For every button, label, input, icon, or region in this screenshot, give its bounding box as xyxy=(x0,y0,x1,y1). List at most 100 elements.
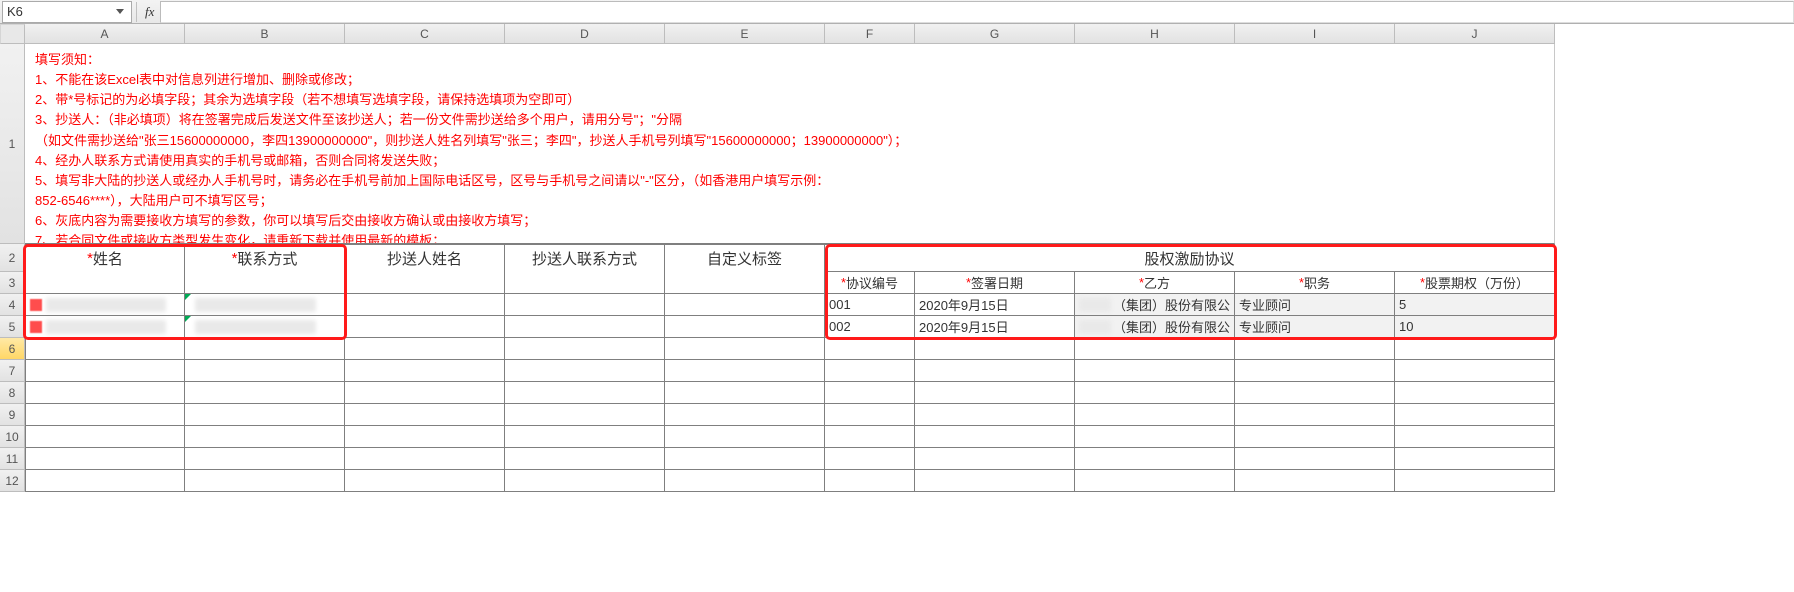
cell-J11[interactable] xyxy=(1395,448,1555,470)
cell-D8[interactable] xyxy=(505,382,665,404)
cell-A9[interactable] xyxy=(25,404,185,426)
cell-J9[interactable] xyxy=(1395,404,1555,426)
cell-F8[interactable] xyxy=(825,382,915,404)
header-ccname-merge[interactable] xyxy=(345,272,505,294)
cell-C12[interactable] xyxy=(345,470,505,492)
cell-A12[interactable] xyxy=(25,470,185,492)
header-cccontact-merge[interactable] xyxy=(505,272,665,294)
cell-G9[interactable] xyxy=(915,404,1075,426)
cell-G5[interactable]: 2020年9月15日 xyxy=(915,316,1075,338)
col-header-G[interactable]: G xyxy=(915,24,1075,44)
cell-I6[interactable] xyxy=(1235,338,1395,360)
row-header-8[interactable]: 8 xyxy=(0,382,25,404)
cell-G7[interactable] xyxy=(915,360,1075,382)
header-name[interactable]: *姓名 xyxy=(25,244,185,272)
name-box[interactable]: K6 xyxy=(2,1,132,23)
row-header-4[interactable]: 4 xyxy=(0,294,25,316)
header-agreement-no[interactable]: *协议编号 xyxy=(825,272,915,294)
cell-B4[interactable] xyxy=(185,294,345,316)
cell-G11[interactable] xyxy=(915,448,1075,470)
col-header-H[interactable]: H xyxy=(1075,24,1235,44)
cell-F4[interactable]: 001 xyxy=(825,294,915,316)
col-header-C[interactable]: C xyxy=(345,24,505,44)
cell-E6[interactable] xyxy=(665,338,825,360)
cell-H5[interactable]: （集团）股份有限公 xyxy=(1075,316,1235,338)
cell-A8[interactable] xyxy=(25,382,185,404)
cell-H10[interactable] xyxy=(1075,426,1235,448)
instructions-cell[interactable]: 填写须知： 1、不能在该Excel表中对信息列进行增加、删除或修改； 2、带*号… xyxy=(25,44,1555,244)
cell-D6[interactable] xyxy=(505,338,665,360)
cell-G10[interactable] xyxy=(915,426,1075,448)
cell-H7[interactable] xyxy=(1075,360,1235,382)
header-sign-date[interactable]: *签署日期 xyxy=(915,272,1075,294)
cell-A10[interactable] xyxy=(25,426,185,448)
cell-H11[interactable] xyxy=(1075,448,1235,470)
col-header-A[interactable]: A xyxy=(25,24,185,44)
cell-J4[interactable]: 5 xyxy=(1395,294,1555,316)
col-header-E[interactable]: E xyxy=(665,24,825,44)
cell-C4[interactable] xyxy=(345,294,505,316)
cell-H4[interactable]: （集团）股份有限公 xyxy=(1075,294,1235,316)
cell-C6[interactable] xyxy=(345,338,505,360)
row-header-12[interactable]: 12 xyxy=(0,470,25,492)
name-box-dropdown-icon[interactable] xyxy=(113,5,127,19)
cell-A6[interactable] xyxy=(25,338,185,360)
cell-E7[interactable] xyxy=(665,360,825,382)
header-tag-merge[interactable] xyxy=(665,272,825,294)
cell-B12[interactable] xyxy=(185,470,345,492)
cell-B11[interactable] xyxy=(185,448,345,470)
cell-H6[interactable] xyxy=(1075,338,1235,360)
cell-J12[interactable] xyxy=(1395,470,1555,492)
cell-I4[interactable]: 专业顾问 xyxy=(1235,294,1395,316)
cell-C10[interactable] xyxy=(345,426,505,448)
header-contact-merge[interactable] xyxy=(185,272,345,294)
cell-B10[interactable] xyxy=(185,426,345,448)
row-header-5[interactable]: 5 xyxy=(0,316,25,338)
cell-A11[interactable] xyxy=(25,448,185,470)
cell-J5[interactable]: 10 xyxy=(1395,316,1555,338)
cell-J8[interactable] xyxy=(1395,382,1555,404)
cell-G12[interactable] xyxy=(915,470,1075,492)
cell-D11[interactable] xyxy=(505,448,665,470)
cell-F10[interactable] xyxy=(825,426,915,448)
cell-E9[interactable] xyxy=(665,404,825,426)
col-header-B[interactable]: B xyxy=(185,24,345,44)
cell-I10[interactable] xyxy=(1235,426,1395,448)
cell-I11[interactable] xyxy=(1235,448,1395,470)
cell-D12[interactable] xyxy=(505,470,665,492)
select-all-corner[interactable] xyxy=(0,24,25,44)
row-header-7[interactable]: 7 xyxy=(0,360,25,382)
cell-E12[interactable] xyxy=(665,470,825,492)
cell-J6[interactable] xyxy=(1395,338,1555,360)
header-custom-tag[interactable]: 自定义标签 xyxy=(665,244,825,272)
cell-B9[interactable] xyxy=(185,404,345,426)
cell-E10[interactable] xyxy=(665,426,825,448)
cell-I7[interactable] xyxy=(1235,360,1395,382)
cell-C7[interactable] xyxy=(345,360,505,382)
cell-H8[interactable] xyxy=(1075,382,1235,404)
cell-H12[interactable] xyxy=(1075,470,1235,492)
header-agreement-title[interactable]: 股权激励协议 xyxy=(825,244,1555,272)
formula-input[interactable] xyxy=(160,1,1794,23)
col-header-D[interactable]: D xyxy=(505,24,665,44)
cell-E5[interactable] xyxy=(665,316,825,338)
cell-F7[interactable] xyxy=(825,360,915,382)
cell-A5[interactable] xyxy=(25,316,185,338)
header-position[interactable]: *职务 xyxy=(1235,272,1395,294)
cell-A4[interactable] xyxy=(25,294,185,316)
cell-J7[interactable] xyxy=(1395,360,1555,382)
header-stock-option[interactable]: *股票期权（万份） xyxy=(1395,272,1555,294)
cell-G4[interactable]: 2020年9月15日 xyxy=(915,294,1075,316)
col-header-J[interactable]: J xyxy=(1395,24,1555,44)
cell-B8[interactable] xyxy=(185,382,345,404)
row-header-1[interactable]: 1 xyxy=(0,44,25,244)
cell-G6[interactable] xyxy=(915,338,1075,360)
col-header-F[interactable]: F xyxy=(825,24,915,44)
row-header-3[interactable]: 3 xyxy=(0,272,25,294)
row-header-6[interactable]: 6 xyxy=(0,338,25,360)
cell-F6[interactable] xyxy=(825,338,915,360)
cell-D4[interactable] xyxy=(505,294,665,316)
header-party-b[interactable]: *乙方 xyxy=(1075,272,1235,294)
cell-G8[interactable] xyxy=(915,382,1075,404)
header-cc-name[interactable]: 抄送人姓名 xyxy=(345,244,505,272)
